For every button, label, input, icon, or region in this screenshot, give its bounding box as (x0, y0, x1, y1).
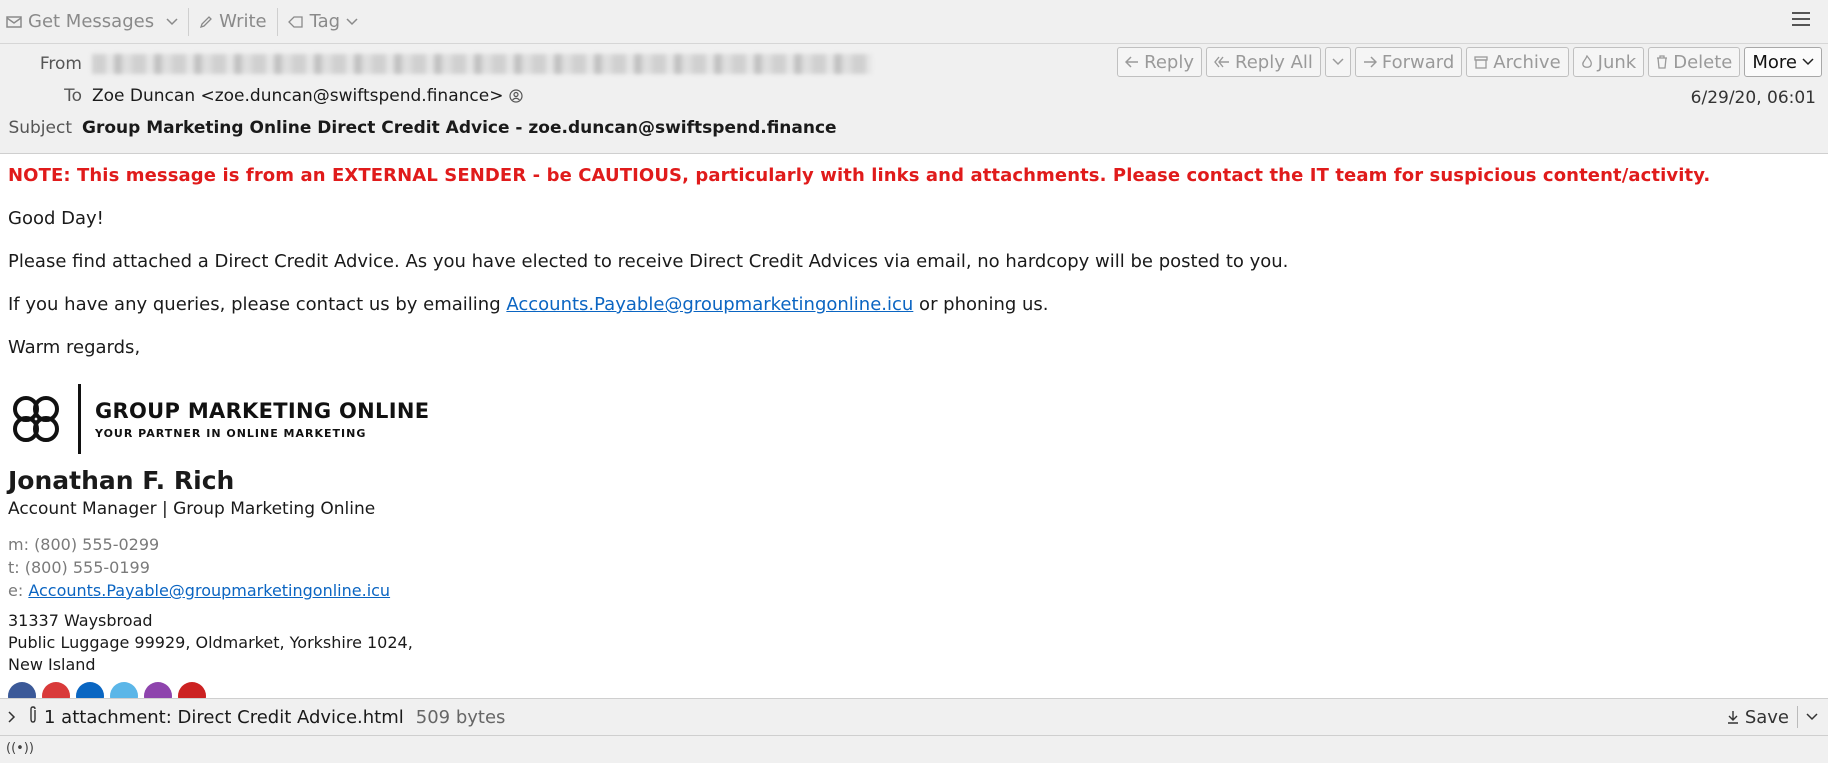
address-line: 31337 Waysbroad (8, 611, 153, 630)
paragraph-text: If you have any queries, please contact … (8, 294, 507, 315)
reply-all-label: Reply All (1235, 51, 1313, 73)
social-media-icon[interactable] (42, 682, 70, 698)
social-media-icon[interactable] (178, 682, 206, 698)
forward-icon (1363, 56, 1377, 68)
signature-mobile: m: (800) 555-0299 (8, 535, 160, 554)
reply-all-button[interactable]: Reply All (1206, 47, 1321, 77)
signature-address: 31337 Waysbroad Public Luggage 99929, Ol… (8, 610, 1828, 676)
status-bar: ((•)) (0, 736, 1828, 763)
contact-icon[interactable] (509, 89, 524, 103)
address-line: New Island (8, 655, 96, 674)
signature-email-link[interactable]: Accounts.Payable@groupmarketingonline.ic… (28, 581, 390, 600)
to-row: To Zoe Duncan <zoe.duncan@swiftspend.fin… (10, 86, 524, 106)
more-label: More (1752, 51, 1797, 73)
archive-label: Archive (1493, 51, 1561, 73)
from-label: From (39, 54, 82, 74)
archive-button[interactable]: Archive (1466, 47, 1569, 77)
chevron-down-icon (1802, 58, 1814, 66)
save-group: Save (1727, 706, 1818, 728)
main-toolbar: Get Messages Write Tag (0, 0, 1828, 44)
social-media-icon[interactable] (144, 682, 172, 698)
online-status-icon[interactable]: ((•)) (6, 741, 34, 756)
social-media-icon[interactable] (110, 682, 138, 698)
message-date: 6/29/20, 06:01 (1690, 88, 1816, 108)
reply-button[interactable]: Reply (1117, 47, 1203, 77)
chevron-down-icon (166, 17, 178, 25)
get-messages-dropdown[interactable] (160, 14, 184, 30)
delete-label: Delete (1673, 51, 1733, 73)
pencil-icon (200, 15, 212, 28)
attachment-label[interactable]: 1 attachment: Direct Credit Advice.html (44, 707, 404, 728)
get-messages-label: Get Messages (28, 11, 155, 32)
paperclip-icon (28, 705, 38, 729)
social-media-icon[interactable] (76, 682, 104, 698)
from-value-redacted (92, 54, 872, 74)
junk-button[interactable]: Junk (1572, 47, 1645, 77)
reply-all-icon (1214, 56, 1230, 68)
archive-icon (1474, 56, 1488, 69)
chevron-down-icon (1332, 58, 1344, 66)
save-button[interactable]: Save (1727, 707, 1789, 728)
message-actions: Reply Reply All Forward Archive Junk Del… (1117, 47, 1822, 77)
flame-icon (1581, 55, 1592, 68)
body-paragraph-1: Please find attached a Direct Credit Adv… (8, 251, 1289, 272)
signature-contact: m: (800) 555-0299 t: (800) 555-0199 e: A… (8, 533, 1828, 602)
envelope-icon (6, 15, 22, 28)
save-label: Save (1744, 706, 1789, 728)
write-label: Write (219, 11, 267, 32)
email-prefix: e: (8, 581, 29, 600)
social-icons (8, 682, 1828, 698)
app-menu-icon[interactable] (1792, 12, 1810, 30)
save-separator (1797, 706, 1798, 728)
tag-label: Tag (309, 11, 341, 32)
clover-logo-icon (13, 396, 59, 442)
toolbar-separator (276, 7, 278, 36)
to-label: To (64, 86, 82, 106)
logo-title: GROUP MARKETING ONLINE (95, 398, 430, 423)
reply-all-dropdown[interactable] (1324, 47, 1351, 77)
get-messages-button[interactable]: Get Messages (0, 7, 160, 37)
company-logo: GROUP MARKETING ONLINE YOUR PARTNER IN O… (8, 384, 1828, 454)
tag-icon (287, 15, 303, 28)
expand-attachments-icon[interactable] (8, 708, 16, 727)
message-header: From To Zoe Duncan <zoe.duncan@swiftspen… (0, 44, 1828, 154)
junk-label: Junk (1597, 51, 1637, 73)
reply-label: Reply (1144, 51, 1195, 73)
paragraph-text: or phoning us. (913, 294, 1049, 315)
tag-button[interactable]: Tag (282, 7, 364, 37)
external-sender-warning: NOTE: This message is from an EXTERNAL S… (8, 165, 1711, 186)
logo-text: GROUP MARKETING ONLINE YOUR PARTNER IN O… (95, 399, 429, 440)
reply-icon (1125, 56, 1139, 68)
to-value[interactable]: Zoe Duncan <zoe.duncan@swiftspend.financ… (92, 86, 503, 106)
chevron-down-icon (346, 17, 358, 25)
email-link[interactable]: Accounts.Payable@groupmarketingonline.ic… (506, 294, 913, 315)
logo-subtitle: YOUR PARTNER IN ONLINE MARKETING (95, 426, 367, 440)
attachment-size: 509 bytes (415, 706, 506, 728)
greeting-text: Good Day! (8, 208, 104, 229)
write-button[interactable]: Write (193, 7, 273, 37)
subject-label: Subject (8, 118, 72, 138)
forward-label: Forward (1381, 51, 1455, 73)
subject-row: Subject Group Marketing Online Direct Cr… (0, 118, 837, 138)
toolbar-separator (188, 7, 190, 36)
delete-button[interactable]: Delete (1648, 47, 1741, 77)
more-button[interactable]: More (1744, 47, 1822, 77)
address-line: Public Luggage 99929, Oldmarket, Yorkshi… (8, 633, 413, 652)
message-body: NOTE: This message is from an EXTERNAL S… (0, 155, 1828, 698)
signature-title: Account Manager | Group Marketing Online (8, 499, 376, 519)
subject-value: Group Marketing Online Direct Credit Adv… (82, 118, 837, 138)
social-media-icon[interactable] (8, 682, 36, 698)
trash-icon (1657, 55, 1668, 69)
attachment-bar: 1 attachment: Direct Credit Advice.html … (0, 698, 1828, 736)
closing-text: Warm regards, (8, 337, 141, 358)
signature-name: Jonathan F. Rich (8, 466, 235, 495)
download-icon (1727, 711, 1738, 724)
body-paragraph-2: If you have any queries, please contact … (8, 294, 1828, 315)
forward-button[interactable]: Forward (1354, 47, 1463, 77)
chevron-down-icon[interactable] (1806, 713, 1818, 721)
logo-divider (78, 384, 81, 454)
signature-phone: t: (800) 555-0199 (8, 558, 150, 577)
from-row: From (10, 54, 872, 74)
signature-email-row: e: Accounts.Payable@groupmarketingonline… (8, 579, 1828, 602)
